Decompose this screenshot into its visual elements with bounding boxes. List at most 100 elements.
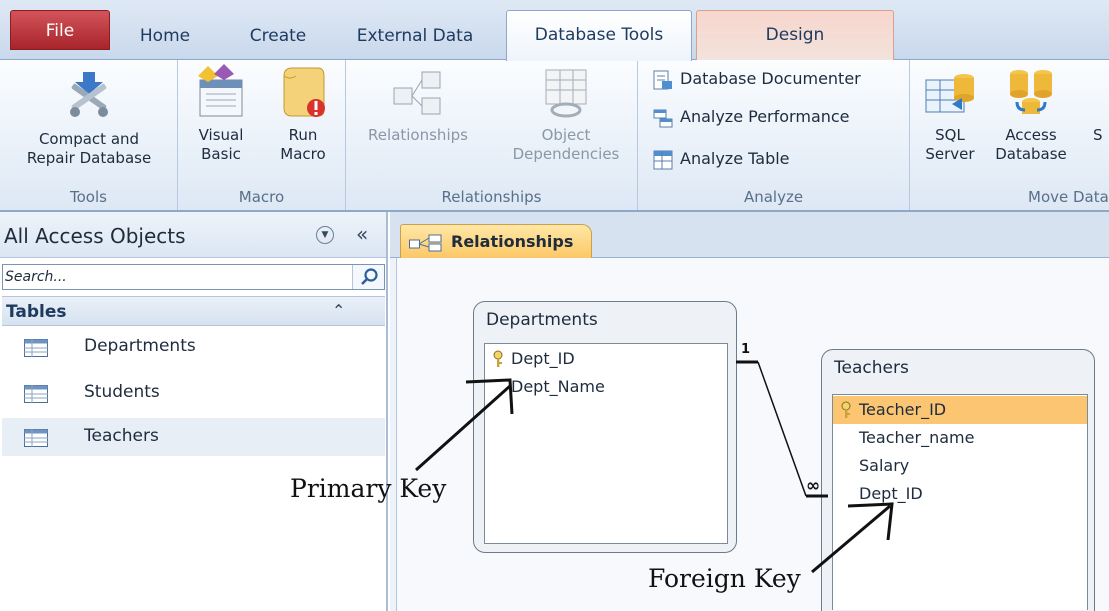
- field-row[interactable]: Dept_Name: [485, 373, 727, 401]
- tables-group-header[interactable]: Tables ⌃: [2, 296, 385, 326]
- field-list: Dept_ID Dept_Name: [484, 343, 728, 544]
- sql-server-label-2: Server: [925, 145, 975, 163]
- table-title[interactable]: Teachers: [834, 358, 909, 378]
- analyze-table-button[interactable]: Analyze Table: [652, 146, 790, 172]
- nav-pane-header[interactable]: All Access Objects ▼ «: [0, 212, 386, 258]
- object-dependencies-icon: [545, 69, 587, 118]
- access-database-label-1: Access: [1005, 126, 1057, 144]
- search-icon: [361, 268, 378, 285]
- nav-item-teachers[interactable]: Teachers: [2, 418, 385, 456]
- relationships-icon: [393, 71, 441, 115]
- nav-item-label: Students: [84, 382, 160, 402]
- visual-basic-button[interactable]: Visual Basic: [186, 62, 256, 164]
- nav-item-label: Departments: [84, 336, 196, 356]
- chevron-down-icon[interactable]: ▼: [316, 226, 334, 244]
- relationships-button[interactable]: Relationships: [350, 68, 486, 145]
- object-dependencies-button[interactable]: Object Dependencies: [498, 68, 634, 164]
- field-row[interactable]: Dept_ID: [485, 345, 727, 373]
- tab-external-data[interactable]: External Data: [340, 14, 490, 60]
- group-tools: Compact and Repair Database Tools: [0, 60, 178, 210]
- collapse-group-icon[interactable]: ⌃: [332, 301, 345, 320]
- table-box-teachers[interactable]: Teachers Teacher_ID Teacher_name Salary: [821, 349, 1095, 611]
- group-label-tools: Tools: [70, 188, 107, 206]
- compact-repair-icon: [70, 72, 108, 117]
- field-list: Teacher_ID Teacher_name Salary Dept_ID: [832, 394, 1088, 610]
- field-row[interactable]: Salary: [833, 452, 1087, 480]
- group-move-data: SQL Server Access Database S Move Data: [910, 60, 1109, 210]
- field-name: Salary: [859, 456, 910, 475]
- tables-group-label: Tables: [6, 302, 67, 322]
- analyze-table-icon: [653, 150, 673, 169]
- tab-database-tools[interactable]: Database Tools: [506, 10, 692, 61]
- field-row[interactable]: Teacher_name: [833, 424, 1087, 452]
- database-documenter-icon: [653, 70, 672, 89]
- field-name: Dept_ID: [859, 484, 923, 503]
- sql-server-icon: [925, 74, 974, 113]
- nav-item-departments[interactable]: Departments: [2, 328, 385, 366]
- document-area: Relationships Departments Dept_ID Dept_N…: [390, 212, 1109, 611]
- sharepoint-label-partial: S: [1093, 126, 1103, 144]
- access-database-icon: [1010, 70, 1052, 114]
- field-name: Dept_Name: [511, 377, 605, 396]
- document-tab-strip: Relationships: [390, 212, 1109, 258]
- group-relationships: Relationships Object Dependencies Relati…: [346, 60, 638, 210]
- field-row[interactable]: Teacher_ID: [833, 396, 1087, 424]
- compact-repair-button[interactable]: Compact and Repair Database: [4, 68, 174, 168]
- table-icon: [24, 339, 48, 357]
- field-name: Teacher_ID: [859, 400, 947, 419]
- tab-design[interactable]: Design: [696, 10, 894, 61]
- relationships-label: Relationships: [368, 126, 468, 144]
- collapse-pane-icon[interactable]: «: [356, 222, 368, 246]
- group-label-macro: Macro: [238, 188, 285, 206]
- nav-pane-title[interactable]: All Access Objects: [4, 224, 186, 248]
- access-database-button[interactable]: Access Database: [988, 64, 1074, 164]
- search-button[interactable]: [352, 265, 384, 289]
- nav-item-label: Teachers: [84, 426, 159, 446]
- navigation-pane: All Access Objects ▼ « Tables ⌃ Departme…: [0, 212, 388, 611]
- visual-basic-icon: [198, 64, 243, 117]
- access-database-label-2: Database: [995, 145, 1067, 163]
- run-macro-button[interactable]: Run Macro: [268, 62, 338, 164]
- table-icon: [24, 385, 48, 403]
- nav-search-box: [2, 264, 385, 290]
- field-row[interactable]: Dept_ID: [833, 480, 1087, 508]
- run-macro-label-1: Run: [288, 126, 318, 144]
- analyze-performance-icon: [653, 109, 673, 127]
- tab-home[interactable]: Home: [115, 14, 215, 60]
- compact-repair-label-2: Repair Database: [26, 149, 152, 167]
- run-macro-label-2: Macro: [280, 145, 326, 163]
- database-documenter-label: Database Documenter: [680, 69, 861, 88]
- group-macro: Visual Basic Run Macro Macro: [178, 60, 346, 210]
- table-title[interactable]: Departments: [486, 310, 598, 330]
- search-input[interactable]: [5, 267, 345, 287]
- sharepoint-button-partial[interactable]: S: [1093, 126, 1109, 145]
- object-dependencies-label-1: Object: [541, 126, 591, 144]
- field-name: Teacher_name: [859, 428, 975, 447]
- analyze-table-label: Analyze Table: [680, 149, 790, 168]
- primary-key-icon: [493, 350, 503, 367]
- visual-basic-label-2: Basic: [201, 145, 241, 163]
- document-tab-label: Relationships: [451, 232, 574, 251]
- compact-repair-label-1: Compact and: [38, 130, 140, 148]
- sql-server-button[interactable]: SQL Server: [918, 64, 982, 164]
- nav-item-students[interactable]: Students: [2, 374, 385, 412]
- relationships-canvas[interactable]: Departments Dept_ID Dept_Name Teachers T…: [396, 258, 1109, 611]
- group-label-move-data: Move Data: [1028, 188, 1109, 206]
- group-label-analyze: Analyze: [743, 188, 804, 206]
- table-icon: [24, 429, 48, 447]
- tab-create[interactable]: Create: [228, 14, 328, 60]
- database-documenter-button[interactable]: Database Documenter: [652, 66, 861, 92]
- tab-file[interactable]: File: [10, 10, 110, 50]
- analyze-performance-button[interactable]: Analyze Performance: [652, 104, 850, 130]
- object-dependencies-label-2: Dependencies: [512, 145, 620, 163]
- field-name: Dept_ID: [511, 349, 575, 368]
- run-macro-icon: [283, 67, 325, 117]
- foreign-key-annotation: Foreign Key: [648, 564, 801, 593]
- group-analyze: Database Documenter Analyze Performance …: [638, 60, 910, 210]
- document-tab-relationships[interactable]: Relationships: [400, 224, 592, 258]
- primary-key-annotation: Primary Key: [290, 474, 447, 503]
- table-box-departments[interactable]: Departments Dept_ID Dept_Name: [473, 301, 737, 553]
- analyze-performance-label: Analyze Performance: [680, 107, 850, 126]
- sql-server-label-1: SQL: [935, 126, 965, 144]
- relationships-icon: [409, 234, 442, 252]
